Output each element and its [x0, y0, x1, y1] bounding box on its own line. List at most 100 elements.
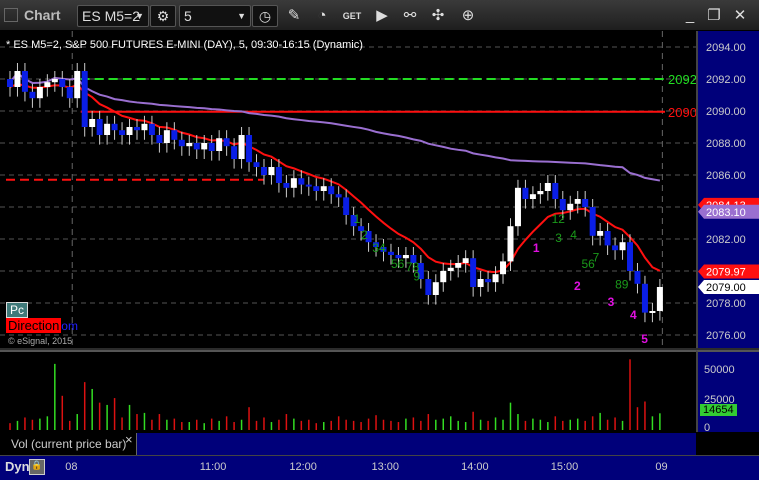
- price-tick-label: 2082.00: [706, 234, 746, 246]
- time-tick-label: 11:00: [199, 461, 227, 473]
- candle-body: [216, 138, 223, 151]
- candle-body: [260, 167, 267, 175]
- direction-badge[interactable]: Direction: [6, 318, 62, 333]
- candle-body: [223, 138, 230, 147]
- interval-select[interactable]: 5 ▼: [179, 5, 251, 27]
- window-title: Chart: [24, 7, 61, 23]
- study-strip: [136, 433, 696, 455]
- candle-body: [649, 311, 656, 313]
- time-tick-label: 08: [65, 461, 78, 473]
- count-label-green: 89: [615, 278, 629, 292]
- candle-body: [582, 199, 589, 207]
- time-button[interactable]: ◷: [252, 5, 278, 27]
- count-label-green: 34: [372, 241, 386, 255]
- count-label-magenta: 4: [630, 308, 637, 322]
- count-label-magenta: 3: [608, 295, 615, 309]
- candle-body: [387, 251, 394, 255]
- study-icon[interactable]: ◔: [312, 6, 332, 26]
- play-icon[interactable]: ▶: [372, 6, 392, 26]
- tools-icon[interactable]: ✣: [428, 6, 448, 26]
- candle-body: [440, 271, 447, 283]
- candle-body: [141, 123, 148, 131]
- candle-body: [313, 186, 320, 191]
- candle-body: [544, 183, 551, 191]
- time-tick-label: 12:00: [289, 461, 317, 473]
- candle-body: [492, 274, 499, 283]
- candle-body: [604, 231, 611, 246]
- chart-header: * ES M5=2, S&P 500 FUTURES E-MINI (DAY),…: [6, 39, 363, 51]
- candle-body: [627, 242, 634, 271]
- minimize-icon[interactable]: _: [680, 6, 700, 26]
- direction-row: Direction om: [6, 318, 78, 333]
- time-axis[interactable]: Dyn 🔒 08 11:00 12:00 13:00 14:00 15:00 09: [0, 455, 759, 480]
- candle-body: [208, 143, 215, 151]
- candle-body: [14, 71, 21, 87]
- candle-body: [119, 130, 126, 135]
- time-tick-label: 13:00: [371, 461, 400, 473]
- restore-icon[interactable]: ❐: [704, 6, 724, 26]
- count-label-green: 9: [413, 270, 420, 284]
- candle-body: [74, 71, 81, 99]
- get-icon[interactable]: GET: [342, 6, 362, 26]
- price-flag-label: 2079.00: [706, 282, 746, 294]
- candle-body: [619, 242, 626, 251]
- price-axis[interactable]: 2094.002092.002090.002088.002086.002084.…: [696, 31, 759, 348]
- settings-button[interactable]: ⚙: [150, 5, 176, 27]
- candle-body: [246, 135, 253, 163]
- candle-body: [171, 130, 178, 140]
- candle-body: [432, 282, 439, 295]
- candle-body: [111, 123, 118, 131]
- candle-body: [335, 194, 342, 198]
- price-axis-labels: 2094.002092.002090.002088.002086.002084.…: [698, 42, 759, 342]
- price-chart[interactable]: 20922090.0012345678912345678912345 * ES …: [0, 31, 696, 348]
- lock-icon[interactable]: 🔒: [29, 459, 45, 475]
- price-plot: 20922090.0012345678912345678912345: [0, 31, 696, 348]
- count-label-green: 56: [391, 257, 405, 271]
- candle-body: [156, 135, 163, 143]
- candle-body: [96, 119, 103, 135]
- candle-body: [447, 267, 454, 271]
- title-bar: Chart ES M5=2 ▼ ⚙ 5 ▼ ◷ ✎ ◔ GET ▶ ⚯ ✣ ⊕ _ …: [0, 0, 759, 31]
- interval-value: 5: [184, 8, 192, 24]
- symbol-select[interactable]: ES M5=2 ▼: [77, 5, 149, 27]
- gear-icon: ⚙: [156, 8, 170, 24]
- pencil-icon[interactable]: ✎: [284, 6, 304, 26]
- clock-icon: ◷: [258, 8, 272, 24]
- price-tick-label: 2092.00: [706, 74, 746, 86]
- candle-body: [470, 258, 477, 287]
- volume-study-label[interactable]: Vol (current price bar): [11, 437, 126, 451]
- candle-body: [81, 71, 88, 127]
- link-icon[interactable]: ⚯: [400, 6, 420, 26]
- dyn-label[interactable]: Dyn: [5, 459, 30, 474]
- count-label-green: 12: [552, 212, 566, 226]
- chevron-down-icon: ▼: [237, 11, 246, 21]
- count-label-magenta: 5: [641, 332, 648, 346]
- level-label: 2092: [668, 72, 696, 87]
- volume-current-flag: 14654: [700, 404, 737, 416]
- price-flag-label: 2083.10: [706, 207, 746, 219]
- candle-body: [89, 119, 96, 127]
- volume-pane[interactable]: [0, 350, 696, 432]
- candle-body: [656, 287, 663, 311]
- time-tick-label: 14:00: [461, 461, 489, 473]
- candle-body: [500, 261, 507, 275]
- candle-body: [485, 279, 492, 283]
- zoom-icon[interactable]: ⊕: [458, 6, 478, 26]
- count-label-green: 1: [354, 212, 361, 226]
- remove-study-button[interactable]: ×: [125, 432, 133, 447]
- candle-body: [514, 187, 521, 227]
- om-link[interactable]: om: [61, 319, 78, 333]
- chevron-down-icon: ▼: [135, 11, 144, 21]
- candle-body: [7, 79, 13, 87]
- candle-body: [320, 186, 327, 191]
- candle-body: [328, 186, 335, 195]
- candle-body: [44, 82, 51, 87]
- level-label: 2090.00: [668, 105, 696, 120]
- price-tick-label: 2086.00: [706, 170, 746, 182]
- drag-handle-icon[interactable]: [4, 8, 18, 22]
- pc-badge[interactable]: Pc: [6, 302, 29, 318]
- close-icon[interactable]: ✕: [730, 6, 750, 26]
- candle-body: [589, 207, 596, 236]
- count-label-green: 4: [570, 228, 577, 242]
- candle-body: [425, 279, 432, 295]
